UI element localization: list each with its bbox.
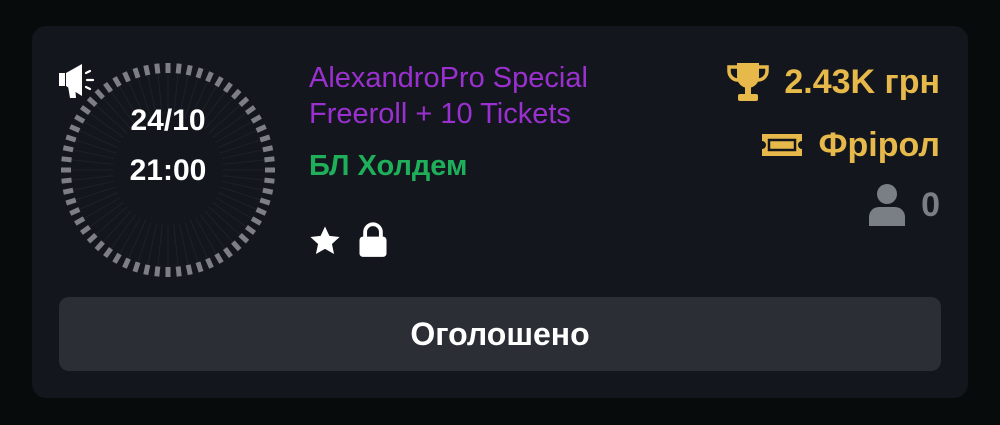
ticket-icon [762, 134, 803, 156]
dial-tick [222, 81, 233, 93]
dial-tick [65, 197, 77, 206]
start-time: 21:00 [129, 154, 207, 187]
dial-tick [132, 67, 141, 79]
trophy-icon [727, 63, 770, 101]
prize-amount: 2.43K грн [784, 62, 940, 101]
user-icon [869, 184, 906, 226]
dial-tick [122, 257, 131, 269]
dial-tick [122, 71, 131, 83]
dial-tick [112, 252, 122, 264]
dial-tick [143, 264, 151, 276]
tournament-type: Фрірол [760, 123, 940, 167]
game-type-label: БЛ Холдем [309, 150, 468, 182]
dial-tick [262, 145, 274, 153]
dial-tick [62, 187, 74, 195]
dial-tick [74, 216, 86, 226]
dial-tick [175, 266, 182, 277]
dial-tick [185, 264, 193, 276]
dial-tick [103, 247, 114, 259]
dial-tick [94, 240, 105, 252]
dial-tick [195, 261, 204, 273]
dial-tick [262, 187, 274, 195]
megaphone-icon [59, 64, 95, 98]
dial-tick [62, 145, 74, 153]
dial-tick [245, 224, 257, 235]
title-line-1: AlexandroPro Special [309, 62, 588, 94]
star-icon[interactable] [308, 224, 342, 258]
title-line-2: Freeroll + 10 Tickets [309, 98, 571, 130]
dial-tick [231, 88, 242, 100]
dial-tick [222, 247, 233, 259]
dial-tick [214, 76, 224, 88]
dial-tick [250, 216, 262, 226]
dial-tick [86, 233, 98, 244]
dial-tick [259, 197, 271, 206]
dial-tick [214, 252, 224, 264]
dial-tick [238, 233, 250, 244]
players-count: 0 [921, 185, 940, 224]
tournament-title[interactable]: AlexandroPro Special Freeroll + 10 Ticke… [309, 60, 689, 132]
dial-tick [69, 207, 81, 216]
tournament-type-label: Фрірол [818, 125, 940, 164]
lock-icon [359, 222, 387, 257]
dial-tick [154, 266, 161, 277]
dial-tick [103, 81, 114, 93]
status-button[interactable]: Оголошено [59, 297, 941, 371]
dial-tick [185, 64, 193, 76]
dial-tick [175, 63, 182, 74]
dial-tick [255, 207, 267, 216]
dial-tick [195, 67, 204, 79]
registered-players: 0 [867, 181, 940, 229]
dial-tick [112, 76, 122, 88]
dial-tick [205, 71, 214, 83]
dial-tick [205, 257, 214, 269]
start-time-dial: 24/10 21:00 [58, 60, 278, 280]
dial-tick [154, 63, 161, 74]
dial-tick [79, 224, 91, 235]
dial-tick [231, 240, 242, 252]
prize-pool: 2.43K грн [726, 60, 940, 104]
dial-tick [132, 261, 141, 273]
dial-tick [143, 64, 151, 76]
start-date: 24/10 [130, 104, 206, 137]
